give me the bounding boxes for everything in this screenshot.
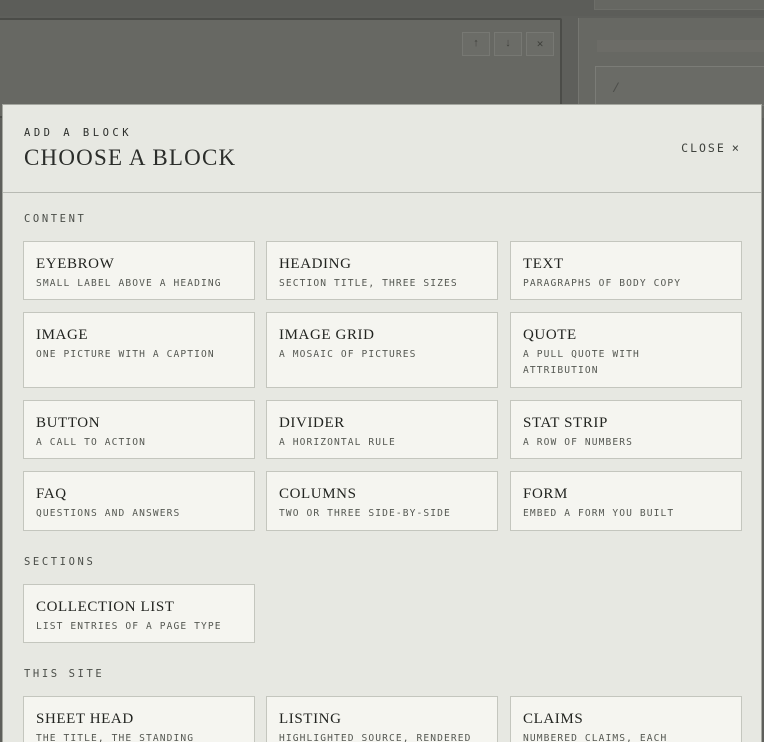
arrow-up-icon: ↑	[472, 38, 480, 50]
block-description: SECTION TITLE, THREE SIZES	[279, 278, 458, 289]
block-name: COLLECTION LIST	[36, 599, 175, 615]
block-card-image[interactable]: IMAGE ONE PICTURE WITH A CAPTION	[23, 312, 255, 388]
editor-top-bar	[0, 0, 764, 16]
close-icon: ✕	[536, 39, 544, 51]
block-card-claims[interactable]: CLAIMS NUMBERED CLAIMS, EACH	[510, 696, 742, 742]
block-card-collection-list[interactable]: COLLECTION LIST LIST ENTRIES OF A PAGE T…	[23, 584, 255, 643]
block-description: A ROW OF NUMBERS	[523, 437, 634, 448]
arrow-down-icon: ↓	[504, 38, 512, 50]
side-panel-label	[597, 40, 764, 52]
move-up-button: ↑	[462, 32, 490, 56]
block-description: PARAGRAPHS OF BODY COPY	[523, 278, 682, 289]
editor-top-right-tab	[594, 0, 764, 10]
editor-side-panel: /	[578, 18, 764, 118]
block-card-image-grid[interactable]: IMAGE GRID A MOSAIC OF PICTURES	[266, 312, 498, 388]
block-name: SHEET HEAD	[36, 711, 134, 727]
block-name: STAT STRIP	[523, 415, 608, 431]
block-description: NUMBERED CLAIMS, EACH	[523, 733, 668, 742]
block-card-listing[interactable]: LISTING HIGHLIGHTED SOURCE, RENDERED	[266, 696, 498, 742]
section-label-sections: SECTIONS	[24, 556, 96, 568]
block-description: QUESTIONS AND ANSWERS	[36, 508, 181, 519]
block-description: ONE PICTURE WITH A CAPTION	[36, 349, 215, 360]
section-label-this-site: THIS SITE	[24, 668, 105, 680]
side-panel-field-value: /	[612, 81, 620, 96]
block-name: DIVIDER	[279, 415, 345, 431]
block-name: IMAGE GRID	[279, 327, 375, 343]
close-button[interactable]: CLOSE ×	[681, 141, 741, 155]
block-name: QUOTE	[523, 327, 577, 343]
block-card-heading[interactable]: HEADING SECTION TITLE, THREE SIZES	[266, 241, 498, 300]
block-name: HEADING	[279, 256, 352, 272]
block-description: HIGHLIGHTED SOURCE, RENDERED	[279, 733, 472, 742]
block-card-form[interactable]: FORM EMBED A FORM YOU BUILT	[510, 471, 742, 531]
block-card-faq[interactable]: FAQ QUESTIONS AND ANSWERS	[23, 471, 255, 531]
block-description: A HORIZONTAL RULE	[279, 437, 396, 448]
close-icon: ×	[731, 141, 741, 155]
block-description: TWO OR THREE SIDE-BY-SIDE	[279, 508, 451, 519]
modal-title: CHOOSE A BLOCK	[24, 145, 237, 170]
block-name: LISTING	[279, 711, 342, 727]
block-name: CLAIMS	[523, 711, 584, 727]
block-card-quote[interactable]: QUOTE A PULL QUOTE WITH ATTRIBUTION	[510, 312, 742, 388]
block-card-sheet-head[interactable]: SHEET HEAD THE TITLE, THE STANDING	[23, 696, 255, 742]
close-label: CLOSE	[681, 141, 726, 155]
block-description: EMBED A FORM YOU BUILT	[523, 508, 675, 519]
move-down-button: ↓	[494, 32, 522, 56]
block-card-stat-strip[interactable]: STAT STRIP A ROW OF NUMBERS	[510, 400, 742, 459]
block-card-divider[interactable]: DIVIDER A HORIZONTAL RULE	[266, 400, 498, 459]
block-name: TEXT	[523, 256, 564, 272]
block-toolbar: ↑ ↓ ✕	[462, 32, 554, 56]
block-card-text[interactable]: TEXT PARAGRAPHS OF BODY COPY	[510, 241, 742, 300]
block-name: FORM	[523, 486, 568, 502]
modal-eyebrow: ADD A BLOCK	[24, 127, 133, 139]
block-description: A CALL TO ACTION	[36, 437, 147, 448]
block-card-eyebrow[interactable]: EYEBROW SMALL LABEL ABOVE A HEADING	[23, 241, 255, 300]
block-description: LIST ENTRIES OF A PAGE TYPE	[36, 621, 222, 632]
block-name: FAQ	[36, 486, 67, 502]
block-name: COLUMNS	[279, 486, 357, 502]
block-card-button[interactable]: BUTTON A CALL TO ACTION	[23, 400, 255, 459]
modal-header: ADD A BLOCK CHOOSE A BLOCK CLOSE ×	[3, 105, 761, 193]
block-description: A PULL QUOTE WITH ATTRIBUTION	[523, 349, 640, 376]
block-description: A MOSAIC OF PICTURES	[279, 349, 417, 360]
side-panel-field: /	[595, 66, 764, 106]
editor-block-panel: ↑ ↓ ✕	[0, 18, 562, 118]
block-name: EYEBROW	[36, 256, 115, 272]
block-name: BUTTON	[36, 415, 101, 431]
section-label-content: CONTENT	[24, 213, 87, 225]
add-block-modal: ADD A BLOCK CHOOSE A BLOCK CLOSE × CONTE…	[2, 104, 762, 742]
remove-block-button: ✕	[526, 32, 554, 56]
block-description: THE TITLE, THE STANDING	[36, 733, 195, 742]
block-name: IMAGE	[36, 327, 89, 343]
block-card-columns[interactable]: COLUMNS TWO OR THREE SIDE-BY-SIDE	[266, 471, 498, 531]
block-description: SMALL LABEL ABOVE A HEADING	[36, 278, 222, 289]
